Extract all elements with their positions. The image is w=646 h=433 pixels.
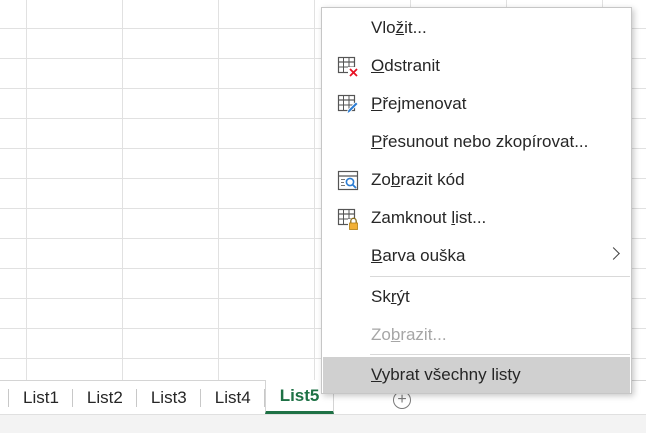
menu-item-label: Skrýt [371,287,410,306]
sheet-tab-list3[interactable]: List3 [137,381,201,415]
menu-item-label: Přejmenovat [371,94,467,113]
menu-item-delete[interactable]: Odstranit [323,48,630,84]
menu-item-insert[interactable]: Vložit... [323,10,630,46]
protect-sheet-icon [337,208,359,230]
menu-item-label: Vybrat všechny listy [371,365,521,384]
menu-item-tab-color[interactable]: Barva ouška [323,238,630,274]
tab-scroll-area [0,381,9,415]
menu-separator [370,276,630,277]
menu-item-hide[interactable]: Skrýt [323,279,630,315]
sheet-tab-list1[interactable]: List1 [9,381,73,415]
menu-item-rename[interactable]: Přejmenovat [323,86,630,122]
menu-item-label: Odstranit [371,56,440,75]
rename-sheet-icon [337,94,359,116]
sheet-context-menu: Vložit... Odstranit Přejmenovat Přesunou… [321,7,632,394]
menu-item-unhide: Zobrazit... [323,317,630,353]
menu-item-protect-sheet[interactable]: Zamknout list... [323,200,630,236]
menu-item-move-copy[interactable]: Přesunout nebo zkopírovat... [323,124,630,160]
menu-item-label: Zamknout list... [371,208,487,227]
status-bar [0,414,646,433]
plus-icon: + [397,391,407,408]
menu-item-label: Zobrazit kód [371,170,465,189]
menu-item-select-all-sheets[interactable]: Vybrat všechny listy [323,357,630,393]
menu-separator [370,354,630,355]
chevron-right-icon [607,247,620,260]
menu-item-label: Přesunout nebo zkopírovat... [371,132,589,151]
view-code-icon [337,170,359,192]
sheet-tab-list4[interactable]: List4 [201,381,265,415]
delete-sheet-icon [337,56,359,78]
menu-item-label: Zobrazit... [371,325,447,344]
menu-item-view-code[interactable]: Zobrazit kód [323,162,630,198]
sheet-tab-list2[interactable]: List2 [73,381,137,415]
menu-item-label: Vložit... [371,18,427,37]
menu-item-label: Barva ouška [371,246,466,265]
sheet-tabs: List1 List2 List3 List4 List5 [0,380,335,415]
